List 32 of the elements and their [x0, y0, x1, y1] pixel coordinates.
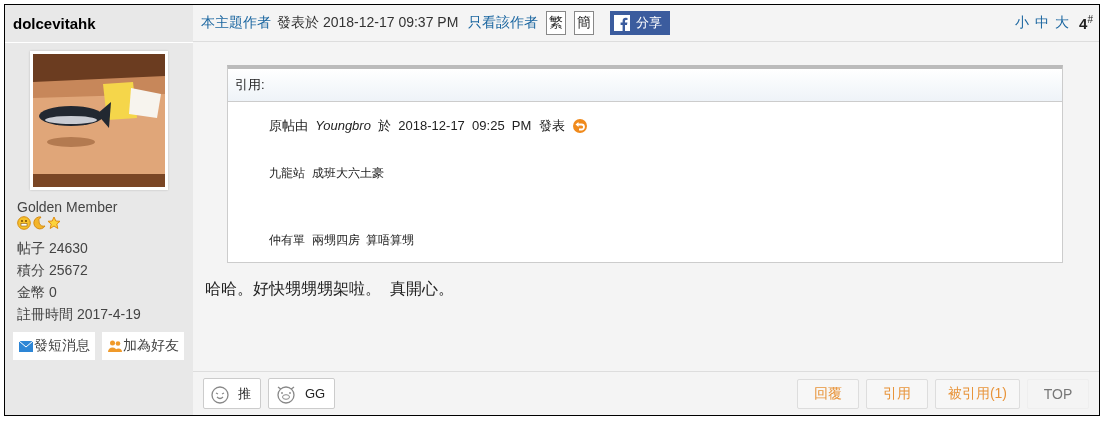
send-message-button[interactable]: 發短消息	[13, 332, 95, 360]
pig-icon	[275, 383, 297, 404]
stat-text: 積分 25672	[17, 262, 89, 280]
star-icon	[47, 216, 61, 230]
smiley-icon	[17, 216, 31, 230]
quote-source: 原帖由 Youngbro 於 2018-12-17 09:25 PM 發表	[269, 117, 565, 135]
author-only-link[interactable]: 只看該作者	[468, 14, 539, 32]
facebook-icon	[614, 15, 631, 31]
stat-text: 帖子 24630	[17, 240, 89, 258]
smiley-icon	[210, 383, 230, 404]
script-button[interactable]: 簡	[574, 11, 595, 35]
floor-number: 4$^{#}$	[1079, 14, 1093, 32]
stat-text: 金幣 0	[17, 284, 58, 302]
post-message: 哈哈。好快甥甥甥架啦。 真開心。	[205, 279, 455, 299]
font-size-link[interactable]: 中	[1035, 14, 1050, 32]
stat-text: 註冊時間 2017-4-19	[17, 306, 142, 324]
envelope-icon	[18, 340, 33, 352]
action-button[interactable]: TOP	[1027, 378, 1089, 409]
quote-line: 九龍站 成班大六土豪	[268, 165, 385, 182]
people-icon	[107, 340, 122, 352]
reaction-button[interactable]: GG	[268, 378, 336, 409]
author-link[interactable]: 本主題作者	[201, 14, 271, 32]
font-size-link[interactable]: 小	[1015, 14, 1030, 32]
add-friend-button[interactable]: 加為好友	[102, 332, 184, 360]
script-button[interactable]: 繁	[546, 11, 567, 35]
font-size-link[interactable]: 大	[1055, 14, 1070, 32]
moon-icon	[32, 216, 46, 230]
member-rank: Golden Member	[17, 199, 119, 215]
quote-line: 仲有單 兩甥四房 算唔算甥	[268, 232, 416, 249]
reaction-button[interactable]: 推	[203, 378, 261, 409]
post-time: 發表於 2018-12-17 09:37 PM	[277, 14, 459, 32]
share-button[interactable]: 分享	[610, 11, 671, 35]
